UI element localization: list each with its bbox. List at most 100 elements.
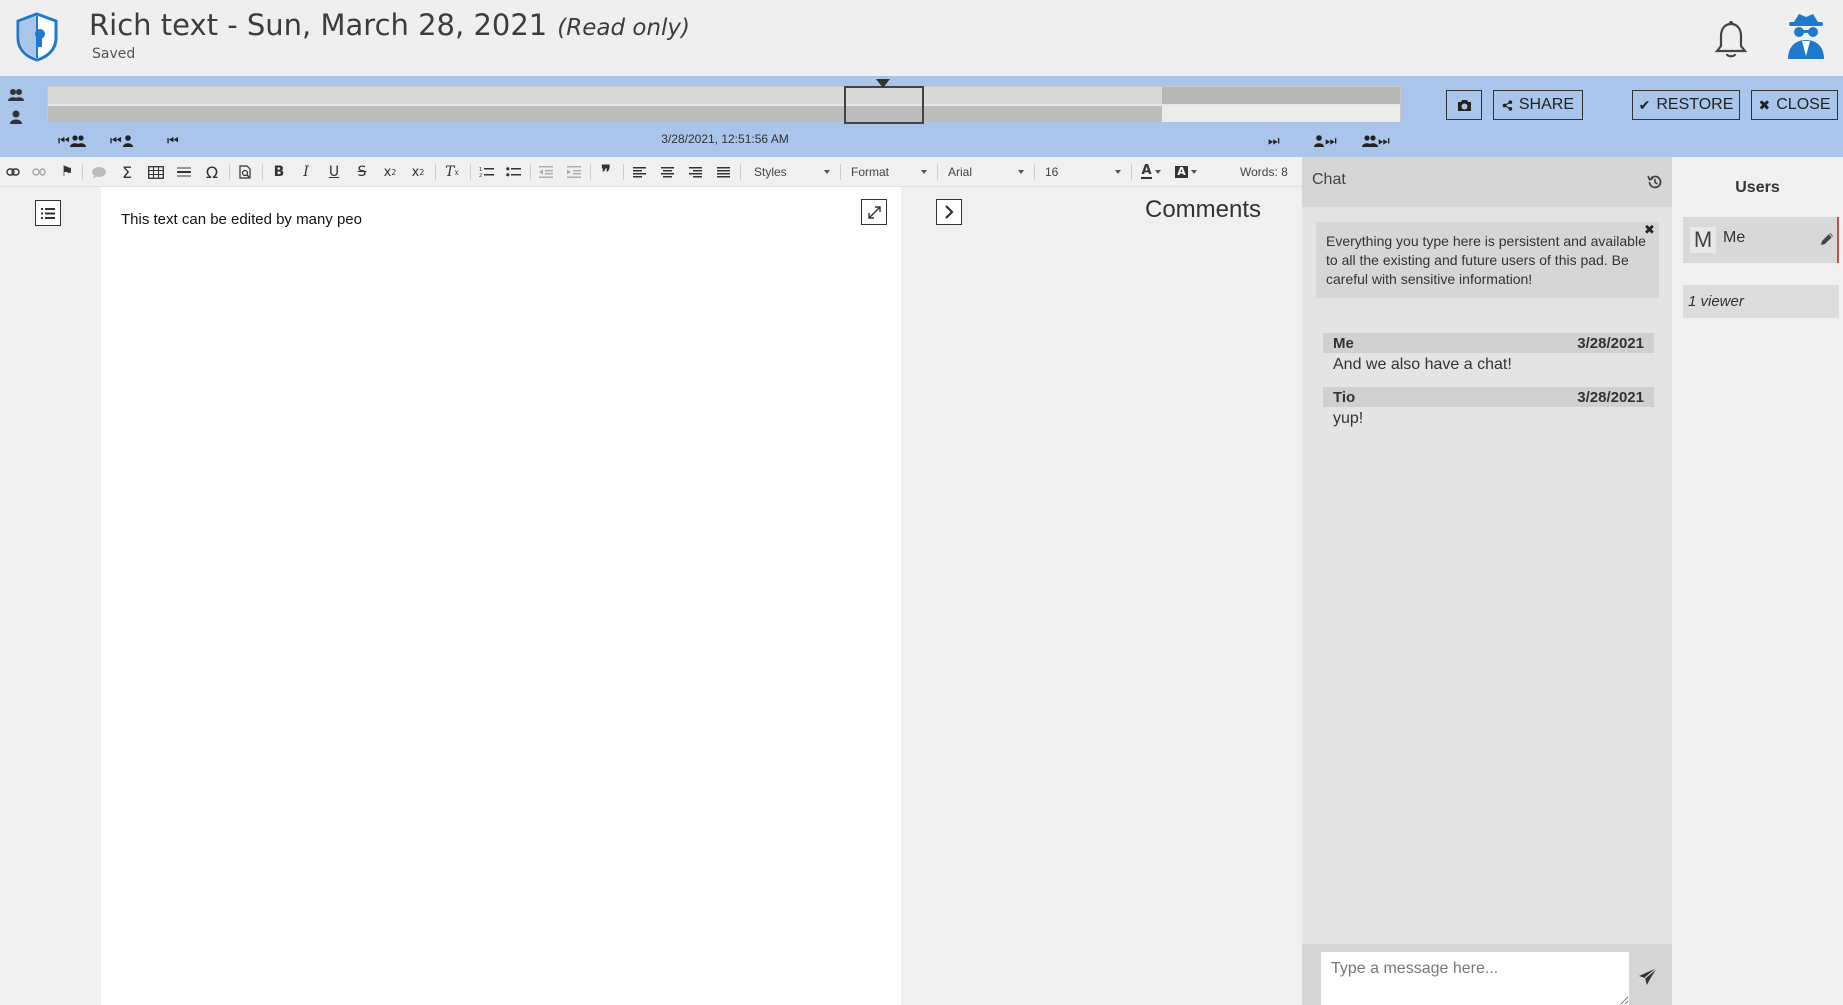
history-timeline[interactable] xyxy=(47,79,1401,124)
align-right-icon[interactable] xyxy=(686,157,704,187)
align-left-icon[interactable] xyxy=(630,157,648,187)
background-color-button[interactable]: A xyxy=(1172,157,1200,187)
comments-toggle-button[interactable] xyxy=(936,199,962,225)
snapshot-button[interactable] xyxy=(1446,90,1482,120)
align-center-icon[interactable] xyxy=(658,157,676,187)
fullscreen-button[interactable] xyxy=(861,199,887,225)
history-icon[interactable] xyxy=(1646,173,1664,191)
read-only-label: (Read only) xyxy=(557,15,690,41)
timeline-segment[interactable] xyxy=(48,106,1162,122)
close-button[interactable]: ✖ CLOSE xyxy=(1751,90,1838,120)
timeline-segment[interactable] xyxy=(1162,106,1400,122)
skip-end-icon: ⏭ xyxy=(1325,133,1337,149)
viewer-count: 1 viewer xyxy=(1683,285,1839,318)
toolbar-separator xyxy=(229,164,230,180)
table-of-contents-button[interactable] xyxy=(35,200,61,226)
user-name: Me xyxy=(1723,229,1746,246)
blockquote-icon[interactable]: ❞ xyxy=(596,157,616,187)
timeline-marker-icon xyxy=(876,79,890,88)
bullet-list-icon[interactable] xyxy=(503,157,523,187)
anchor-flag-icon[interactable]: ⚑ xyxy=(59,157,75,187)
users-icon xyxy=(8,89,24,101)
check-icon: ✔ xyxy=(1638,96,1651,113)
share-button[interactable]: SHARE xyxy=(1493,90,1583,120)
bold-icon[interactable]: B xyxy=(270,157,288,187)
caret-down-icon xyxy=(1154,170,1161,174)
unlink-icon[interactable] xyxy=(30,157,48,187)
subscript-icon[interactable]: x2 xyxy=(380,157,400,187)
restore-button[interactable]: ✔ RESTORE xyxy=(1632,90,1740,120)
editor-content[interactable]: This text can be edited by many peo xyxy=(121,211,362,228)
timeline-segment[interactable] xyxy=(1162,87,1400,104)
previous-version-button[interactable]: ⏮ xyxy=(167,132,179,150)
send-icon[interactable] xyxy=(1637,966,1659,988)
chat-input-bar xyxy=(1302,944,1672,1005)
chat-message-author: Me xyxy=(1333,334,1354,352)
toolbar-separator xyxy=(82,164,83,180)
users-icon xyxy=(1362,135,1378,147)
pencil-icon[interactable] xyxy=(1819,231,1835,247)
table-icon[interactable] xyxy=(146,157,166,187)
strikethrough-icon[interactable]: S xyxy=(353,157,371,187)
toolbar-separator xyxy=(1131,164,1132,180)
text-color-button[interactable]: A xyxy=(1138,157,1164,187)
toolbar-separator xyxy=(623,164,624,180)
editor-page[interactable]: This text can be edited by many peo xyxy=(101,187,901,1005)
align-justify-icon[interactable] xyxy=(714,157,732,187)
formula-sigma-icon[interactable]: Σ xyxy=(118,157,136,187)
outdent-icon[interactable] xyxy=(536,157,556,187)
cryptpad-logo-icon[interactable] xyxy=(16,12,58,62)
user-icon xyxy=(1314,135,1324,147)
share-icon xyxy=(1502,99,1513,111)
toolbar-separator xyxy=(937,164,938,180)
list-icon xyxy=(41,207,55,219)
bell-icon[interactable] xyxy=(1713,20,1749,60)
remove-format-icon[interactable]: Tx xyxy=(442,157,462,187)
timeline-segment[interactable] xyxy=(48,87,1162,104)
svg-text:2: 2 xyxy=(479,173,482,178)
expand-icon xyxy=(867,205,881,219)
editor-toolbar: ⚑ Σ Ω B I U S x2 x2 Tx 12 ❞ Styles Forma… xyxy=(0,157,1302,187)
font-size-dropdown[interactable]: 16 xyxy=(1039,161,1127,183)
next-version-button[interactable]: ⏭ xyxy=(1268,132,1280,150)
user-list-item[interactable]: M Me xyxy=(1683,217,1839,263)
superscript-icon[interactable]: x2 xyxy=(408,157,428,187)
user-icon xyxy=(10,110,22,124)
font-dropdown[interactable]: Arial xyxy=(942,161,1030,183)
chat-message-date: 3/28/2021 xyxy=(1577,388,1644,406)
user-menu-spy-icon[interactable] xyxy=(1784,12,1828,60)
next-user-button[interactable]: ⏭ xyxy=(1313,132,1337,150)
preview-icon[interactable] xyxy=(236,157,254,187)
caret-down-icon xyxy=(1115,170,1121,174)
dismiss-warning-icon[interactable]: ✖ xyxy=(1644,223,1655,238)
save-status: Saved xyxy=(92,46,136,62)
toolbar-separator xyxy=(435,164,436,180)
share-label: SHARE xyxy=(1518,96,1574,113)
step-back-icon: ⏮ xyxy=(167,133,179,149)
format-dropdown[interactable]: Format xyxy=(845,161,933,183)
previous-user-button[interactable]: ⏮ xyxy=(110,132,134,150)
horizontal-line-icon[interactable] xyxy=(175,157,193,187)
caret-down-icon xyxy=(1190,170,1197,174)
styles-dropdown-label: Styles xyxy=(754,165,787,179)
document-title[interactable]: Rich text - Sun, March 28, 2021 (Read onl… xyxy=(89,8,690,42)
comment-icon[interactable] xyxy=(89,157,109,187)
styles-dropdown[interactable]: Styles xyxy=(748,161,836,183)
timeline-handle[interactable] xyxy=(844,86,924,124)
numbered-list-icon[interactable]: 12 xyxy=(476,157,496,187)
last-version-button[interactable]: ⏭ xyxy=(1362,132,1390,150)
indent-icon[interactable] xyxy=(564,157,584,187)
link-icon[interactable] xyxy=(4,157,22,187)
underline-icon[interactable]: U xyxy=(325,157,343,187)
special-char-omega-icon[interactable]: Ω xyxy=(203,157,221,187)
first-version-button[interactable]: ⏮ xyxy=(58,132,86,150)
chat-warning: Everything you type here is persistent a… xyxy=(1316,222,1659,298)
chat-header: Chat xyxy=(1302,157,1672,207)
document-title-text[interactable]: Rich text - Sun, March 28, 2021 xyxy=(89,8,547,42)
chat-message-input[interactable] xyxy=(1321,952,1629,1005)
italic-icon[interactable]: I xyxy=(297,157,315,187)
history-legend xyxy=(8,88,24,124)
user-icon xyxy=(122,135,133,147)
toolbar-separator xyxy=(590,164,591,180)
toolbar-separator xyxy=(740,164,741,180)
